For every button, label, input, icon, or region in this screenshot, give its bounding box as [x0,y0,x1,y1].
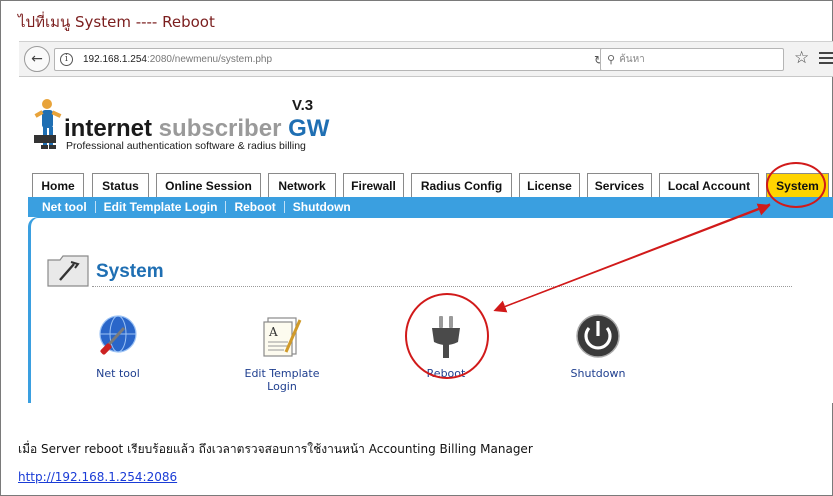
page-title: System [96,261,164,282]
svg-text:A: A [268,325,278,339]
panel-header: System [46,254,792,290]
billing-manager-link[interactable]: http://192.168.1.254:2086 [18,470,177,484]
bookmark-star-icon[interactable]: ☆ [794,48,809,68]
tool-label: Net tool [96,367,140,380]
hamburger-menu-icon[interactable] [819,52,833,67]
mascot-icon [34,99,62,149]
app-logo: internet subscriber GW V.3 Professional … [30,95,330,155]
instruction-heading: ไปที่เมนู System ---- Reboot [18,13,215,31]
browser-toolbar: ← i 192.168.1.254:2080/newmenu/system.ph… [19,41,833,77]
edit-template-icon: A [263,317,302,357]
net-tool-icon [99,315,137,355]
tab-services[interactable]: Services [587,173,652,197]
tab-status[interactable]: Status [92,173,149,197]
url-host: 192.168.1.254 [83,54,147,65]
arrow-left-icon: ← [31,51,43,67]
tab-radius-config[interactable]: Radius Config [411,173,512,197]
back-button[interactable]: ← [24,46,50,72]
system-tab-highlight-circle [766,162,826,208]
tool-label: Shutdown [570,367,626,380]
tab-license[interactable]: License [519,173,580,197]
search-icon: ⚲ [607,53,616,66]
tab-home[interactable]: Home [32,173,84,197]
subnav-reboot[interactable]: Reboot [226,200,283,214]
tool-shutdown[interactable]: Shutdown [568,312,628,380]
address-bar[interactable]: i 192.168.1.254:2080/newmenu/system.php … [54,48,611,71]
subnav-net-tool[interactable]: Net tool [28,200,95,214]
power-icon [576,314,620,358]
subnav-edit-template-login[interactable]: Edit Template Login [96,200,226,214]
tab-local-account[interactable]: Local Account [659,173,759,197]
tab-firewall[interactable]: Firewall [343,173,404,197]
logo-version: V.3 [292,97,314,114]
folder-tools-icon [47,255,89,287]
logo-tagline: Professional authentication software & r… [66,140,306,152]
search-placeholder: ค้นหา [619,54,645,65]
sub-navigation: Net tool Edit Template Login Reboot Shut… [28,197,833,217]
tab-network[interactable]: Network [268,173,336,197]
info-icon[interactable]: i [60,53,73,66]
tool-net-tool[interactable]: Net tool [88,312,148,380]
url-path: :2080/newmenu/system.php [146,54,273,65]
reboot-highlight-circle [405,293,489,379]
instruction-note: เมื่อ Server reboot เรียบร้อยแล้ว ถึงเวล… [18,442,533,456]
title-divider [92,286,792,287]
subnav-shutdown[interactable]: Shutdown [285,200,359,214]
tool-edit-template-login[interactable]: A Edit Template Login [228,312,336,393]
search-input[interactable]: ⚲ ค้นหา [600,48,784,71]
logo-title: internet subscriber GW [64,115,330,142]
tool-label: Edit Template Login [244,367,320,393]
tab-online-session[interactable]: Online Session [156,173,261,197]
